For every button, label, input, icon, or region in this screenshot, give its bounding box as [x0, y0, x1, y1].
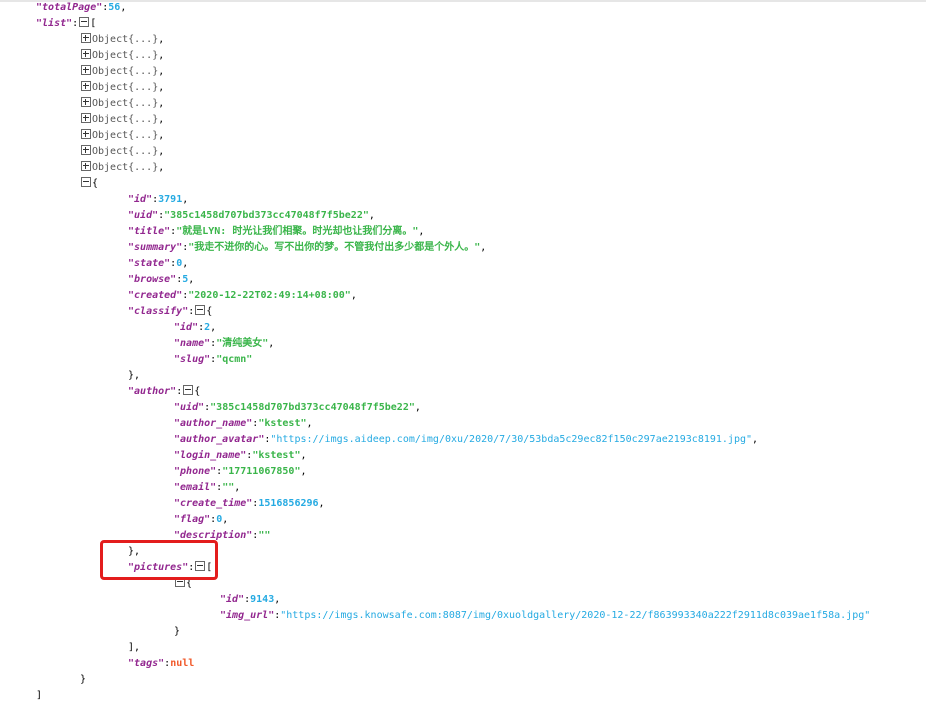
collapsed-object[interactable]: Object{...},	[80, 64, 164, 80]
json-line-login-name: "login_name":"kstest",	[174, 450, 307, 461]
minus-square-icon[interactable]	[195, 305, 206, 315]
plus-square-icon[interactable]	[81, 113, 91, 123]
collapsed-object[interactable]: Object{...},	[80, 48, 164, 64]
json-line-author-avatar: "author_avatar":"https://imgs.aideep.com…	[174, 434, 759, 445]
json-line-author-uid: "uid":"385c1458d707bd373cc47048f7f5be22"…	[174, 402, 421, 413]
json-line-flag: "flag":0,	[174, 514, 229, 525]
collapsed-object[interactable]: Object{...},	[80, 96, 164, 112]
plus-square-icon[interactable]	[81, 97, 91, 107]
pictures-highlight-box	[100, 540, 218, 580]
json-line-title: "title":"就是LYN: 时光让我们相聚。时光却也让我们分离。",	[128, 226, 425, 237]
json-line-totalpage: "totalPage":56,	[36, 2, 127, 13]
collapsed-object[interactable]: Object{...},	[80, 32, 164, 48]
json-line-picture-id: "id":9143,	[220, 594, 281, 605]
json-line-author-name: "author_name":"kstest",	[174, 418, 313, 429]
json-line-email: "email":"",	[174, 482, 241, 493]
list-close: ]	[36, 690, 43, 701]
json-line-create-time: "create_time":1516856296,	[174, 498, 325, 509]
json-line-list: "list":[	[36, 17, 97, 29]
pictures-object-close: }	[174, 626, 181, 637]
totalpage-value: 56	[108, 2, 121, 13]
plus-square-icon[interactable]	[81, 33, 91, 43]
plus-square-icon[interactable]	[81, 81, 91, 91]
json-line-created: "created":"2020-12-22T02:49:14+08:00",	[128, 290, 357, 301]
json-line-classify: "classify":{	[128, 305, 213, 317]
collapsed-object[interactable]: Object{...},	[80, 144, 164, 160]
classify-close: },	[128, 370, 141, 381]
json-line-summary: "summary":"我走不进你的心。写不出你的梦。不管我付出多少都是个外人。"…	[128, 242, 487, 253]
viewer-top-border	[0, 0, 926, 2]
json-line-tags: "tags":null	[128, 658, 195, 669]
collapsed-object[interactable]: Object{...},	[80, 112, 164, 128]
author-avatar-link[interactable]: "https://imgs.aideep.com/img/0xu/2020/7/…	[270, 434, 752, 445]
img-url-link[interactable]: "https://imgs.knowsafe.com:8087/img/0xuo…	[280, 610, 870, 621]
json-line-phone: "phone":"17711067850",	[174, 466, 307, 477]
expanded-object-close: }	[80, 674, 87, 685]
json-line-uid: "uid":"385c1458d707bd373cc47048f7f5be22"…	[128, 210, 375, 221]
minus-square-icon[interactable]	[79, 17, 90, 27]
plus-square-icon[interactable]	[81, 145, 91, 155]
json-line-classify-id: "id":2,	[174, 322, 217, 333]
json-line-state: "state":0,	[128, 258, 189, 269]
json-line-classify-name: "name":"清纯美女",	[174, 338, 275, 349]
json-line-id: "id":3791,	[128, 194, 189, 205]
minus-square-icon[interactable]	[81, 177, 91, 187]
collapsed-object[interactable]: Object{...},	[80, 80, 164, 96]
collapsed-object[interactable]: Object{...},	[80, 128, 164, 144]
json-line-classify-slug: "slug":"qcmn"	[174, 354, 253, 365]
plus-square-icon[interactable]	[81, 129, 91, 139]
plus-square-icon[interactable]	[81, 49, 91, 59]
pictures-close: ],	[128, 642, 141, 653]
json-line-img-url: "img_url":"https://imgs.knowsafe.com:808…	[220, 610, 871, 621]
minus-square-icon[interactable]	[183, 385, 194, 395]
collapsed-object[interactable]: Object{...},	[80, 160, 164, 176]
expanded-object-open: {	[80, 176, 98, 192]
json-line-author: "author":{	[128, 385, 201, 397]
plus-square-icon[interactable]	[81, 161, 91, 171]
json-line-browse: "browse":5,	[128, 274, 195, 285]
plus-square-icon[interactable]	[81, 65, 91, 75]
